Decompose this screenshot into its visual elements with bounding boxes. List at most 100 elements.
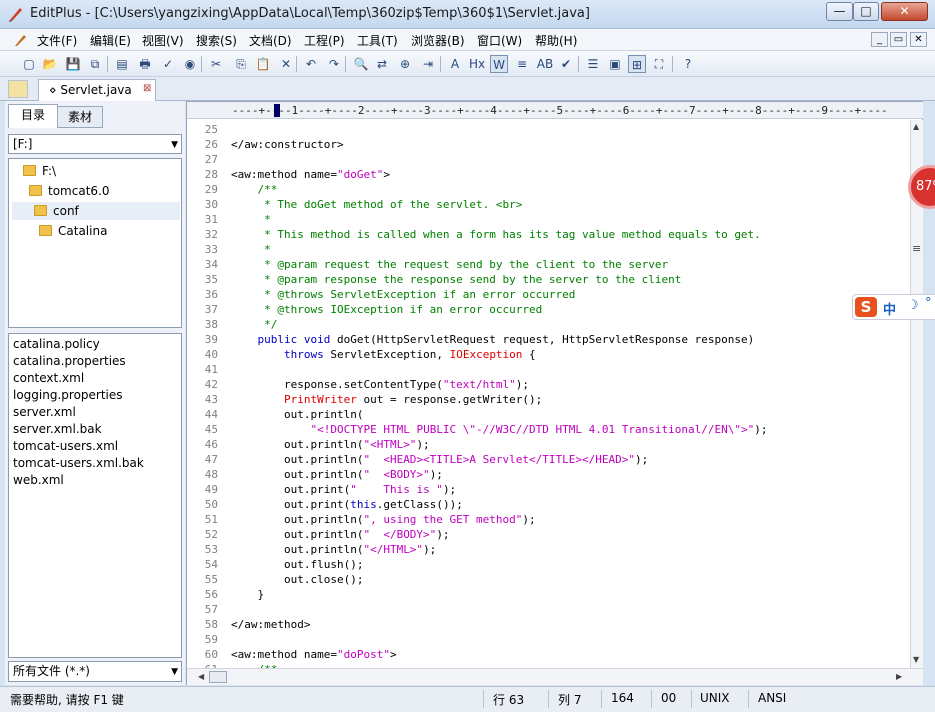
check-icon[interactable]: ✔ — [557, 55, 575, 73]
minimize-button[interactable]: — — [826, 2, 853, 21]
code-token: > — [383, 168, 390, 181]
code-line: PrintWriter out = response.getWriter(); — [231, 392, 542, 407]
horizontal-scroll-thumb[interactable] — [209, 671, 227, 683]
mdi-minimize-button[interactable]: _ — [871, 32, 888, 47]
scroll-down-icon[interactable]: ▼ — [913, 655, 919, 664]
paste-icon[interactable]: 📋 — [254, 55, 272, 73]
scroll-thumb-grip-icon[interactable]: ≡ — [912, 242, 921, 255]
close-button[interactable]: ✕ — [881, 2, 928, 21]
tree-item-tomcat[interactable]: tomcat6.0 — [29, 182, 109, 200]
ime-mode-chinese[interactable]: 中 — [883, 299, 896, 318]
code-token: { — [522, 348, 536, 361]
tab-cliptext[interactable]: 素材 — [57, 106, 103, 128]
code-token: </aw:method> — [231, 618, 311, 631]
code-token: "doGet" — [336, 168, 384, 181]
code-token: " </BODY>" — [363, 528, 437, 541]
code-line: * — [231, 242, 271, 257]
undo-icon[interactable]: ↶ — [302, 55, 320, 73]
line-number: 57 — [204, 603, 218, 616]
file-list-item[interactable]: tomcat-users.xml.bak — [13, 455, 144, 472]
replace-icon[interactable]: ⇄ — [373, 55, 391, 73]
code-area[interactable]: </aw:constructor> <aw:method name="doGet"… — [223, 120, 911, 668]
new-file-icon[interactable]: ▢ — [20, 55, 38, 73]
file-list-item[interactable]: catalina.policy — [13, 336, 100, 353]
menu-tools[interactable]: 工具(T) — [357, 32, 398, 49]
scroll-up-icon[interactable]: ▲ — [913, 122, 919, 131]
code-line: * @throws ServletException if an error o… — [231, 287, 575, 302]
redo-icon[interactable]: ↷ — [325, 55, 343, 73]
scroll-right-icon[interactable]: ▶ — [896, 672, 902, 681]
help-icon[interactable]: ? — [679, 55, 697, 73]
print-preview-icon[interactable]: ▤ — [113, 55, 131, 73]
cut-icon[interactable]: ✂ — [207, 55, 225, 73]
spell-check-icon[interactable]: ✓ — [159, 55, 177, 73]
menu-view[interactable]: 视图(V) — [142, 32, 184, 49]
code-token: out.close(); — [231, 573, 364, 586]
scroll-left-icon[interactable]: ◀ — [198, 672, 204, 681]
file-list-item[interactable]: tomcat-users.xml — [13, 438, 118, 455]
code-line: */ — [231, 317, 277, 332]
menu-document[interactable]: 文档(D) — [249, 32, 292, 49]
code-token: "<HTML>" — [363, 438, 417, 451]
mdi-close-button[interactable]: ✕ — [910, 32, 927, 47]
drive-select[interactable]: [F:] ▼ — [8, 134, 182, 154]
code-line: out.println("</HTML>"); — [231, 542, 436, 557]
code-token: " This is " — [350, 483, 443, 496]
file-list-item[interactable]: server.xml — [13, 404, 76, 421]
line-number: 56 — [204, 588, 218, 601]
file-list-item[interactable]: web.xml — [13, 472, 64, 489]
tab-close-icon[interactable]: ⊠ — [143, 83, 151, 94]
punctuation-icon[interactable]: ° — [925, 296, 932, 311]
menu-search[interactable]: 搜索(S) — [196, 32, 237, 49]
delete-icon[interactable]: ✕ — [277, 55, 295, 73]
hex-icon[interactable]: Hx — [468, 55, 486, 73]
browser-preview-icon[interactable]: ◉ — [181, 55, 199, 73]
folder-icon[interactable] — [8, 80, 28, 98]
menu-edit[interactable]: 编辑(E) — [90, 32, 131, 49]
doc-selector-icon[interactable]: ☰ — [584, 55, 602, 73]
print-icon[interactable]: 🖶 — [136, 55, 154, 73]
code-line: * — [231, 212, 271, 227]
goto-line-icon[interactable]: ⇥ — [419, 55, 437, 73]
copy-icon[interactable]: ⎘ — [232, 55, 250, 73]
find-in-files-icon[interactable]: ⊕ — [396, 55, 414, 73]
tree-item-catalina[interactable]: Catalina — [39, 222, 107, 240]
file-filter-select[interactable]: 所有文件 (*.*) ▼ — [8, 661, 182, 682]
fullscreen-icon[interactable]: ⛶ — [650, 55, 668, 73]
mdi-restore-button[interactable]: ▭ — [890, 32, 907, 47]
tree-item-conf[interactable]: conf — [12, 202, 180, 220]
word-wrap-icon[interactable]: W — [490, 55, 508, 73]
horizontal-scrollbar[interactable]: ◀ ▶ — [187, 668, 923, 685]
file-list-item[interactable]: server.xml.bak — [13, 421, 102, 438]
tab-servlet-java[interactable]: ⋄ Servlet.java ⊠ — [38, 79, 156, 101]
open-folder-icon[interactable]: 📂 — [41, 55, 59, 73]
moon-icon[interactable]: ☽ — [907, 298, 919, 313]
menu-file[interactable]: 文件(F) — [37, 32, 77, 49]
menu-project[interactable]: 工程(P) — [304, 32, 345, 49]
menu-browser[interactable]: 浏览器(B) — [411, 32, 465, 49]
tree-item-drive[interactable]: F:\ — [23, 162, 56, 180]
code-token: response.setContentType( — [231, 378, 443, 391]
line-number-icon[interactable]: ≡ — [513, 55, 531, 73]
cliptext-icon[interactable]: ▣ — [606, 55, 624, 73]
font-icon[interactable]: A — [446, 55, 464, 73]
menu-help[interactable]: 帮助(H) — [535, 32, 577, 49]
directory-icon[interactable]: ⊞ — [628, 55, 646, 73]
ime-toolbar[interactable]: S 中 ☽ ° — [852, 294, 935, 320]
document-tab-bar: ⋄ Servlet.java ⊠ — [0, 77, 935, 101]
maximize-button[interactable]: □ — [853, 2, 879, 21]
drive-value: [F:] — [13, 137, 33, 151]
folder-tree: F:\ tomcat6.0 conf Catalina — [8, 158, 182, 328]
tab-directory[interactable]: 目录 — [8, 104, 58, 128]
code-token: * — [231, 243, 271, 256]
file-list-item[interactable]: logging.properties — [13, 387, 123, 404]
save-all-icon[interactable]: ⧉ — [86, 55, 104, 73]
file-list-item[interactable]: catalina.properties — [13, 353, 126, 370]
line-number: 55 — [204, 573, 218, 586]
file-list-item[interactable]: context.xml — [13, 370, 84, 387]
find-icon[interactable]: 🔍 — [352, 55, 370, 73]
save-icon[interactable]: 💾 — [64, 55, 82, 73]
ruler-icon[interactable]: AB — [536, 55, 554, 73]
menu-window[interactable]: 窗口(W) — [477, 32, 522, 49]
code-line: out.close(); — [231, 572, 363, 587]
